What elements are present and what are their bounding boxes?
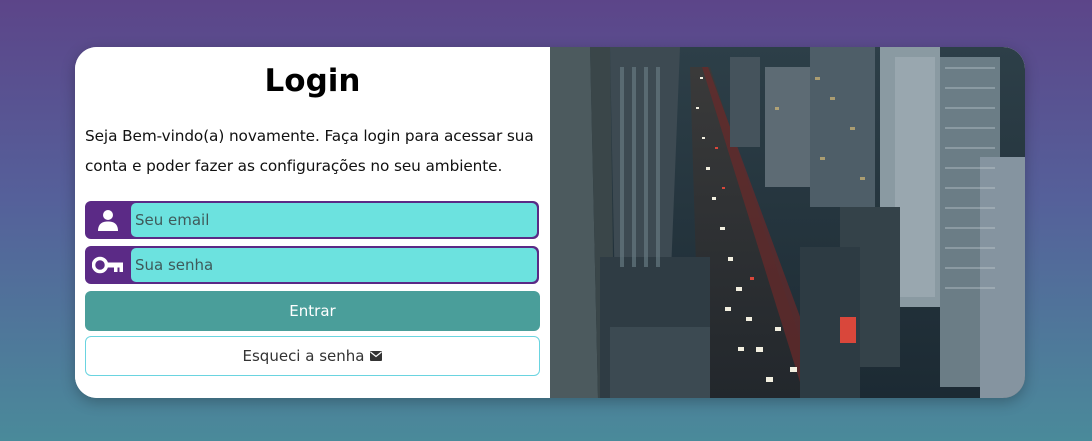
- login-description: Seja Bem-vindo(a) novamente. Faça login …: [85, 127, 534, 175]
- city-street-image: [550, 47, 1025, 398]
- password-input[interactable]: [131, 248, 537, 282]
- login-card: Login Seja Bem-vindo(a) novamente. Faça …: [75, 47, 1025, 398]
- user-icon: [85, 201, 131, 239]
- forgot-password-button[interactable]: Esqueci a senha: [85, 336, 540, 376]
- city-photo: [550, 47, 1025, 398]
- submit-button[interactable]: Entrar: [85, 291, 540, 331]
- page-title: Login: [264, 63, 361, 99]
- login-panel: Login Seja Bem-vindo(a) novamente. Faça …: [75, 47, 550, 398]
- key-icon: [85, 246, 131, 284]
- email-input[interactable]: [131, 203, 537, 237]
- forgot-password-label: Esqueci a senha: [242, 347, 365, 365]
- envelope-icon: [370, 347, 383, 365]
- submit-button-label: Entrar: [289, 302, 336, 320]
- email-input-group: [85, 201, 539, 239]
- password-input-group: [85, 246, 539, 284]
